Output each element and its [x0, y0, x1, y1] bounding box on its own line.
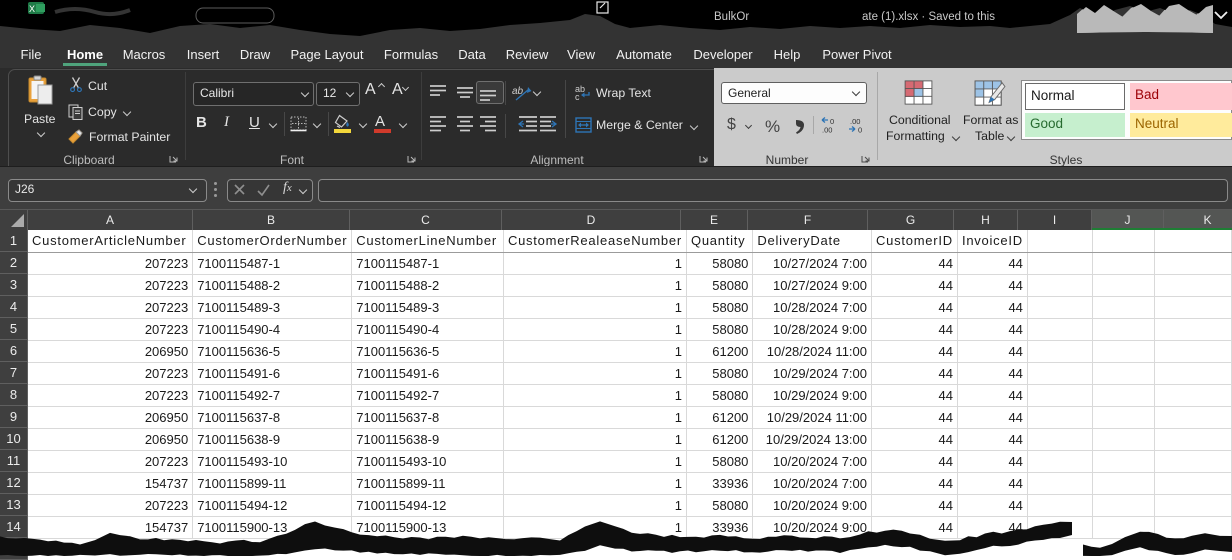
- svg-text:c: c: [575, 92, 580, 101]
- svg-text:X: X: [29, 4, 35, 14]
- svg-text:BulkOr: BulkOr: [714, 11, 749, 23]
- svg-text:0: 0: [858, 126, 862, 135]
- svg-text:ate (1).xlsx · Saved to this: ate (1).xlsx · Saved to this: [862, 11, 995, 23]
- svg-text:.00: .00: [822, 126, 832, 135]
